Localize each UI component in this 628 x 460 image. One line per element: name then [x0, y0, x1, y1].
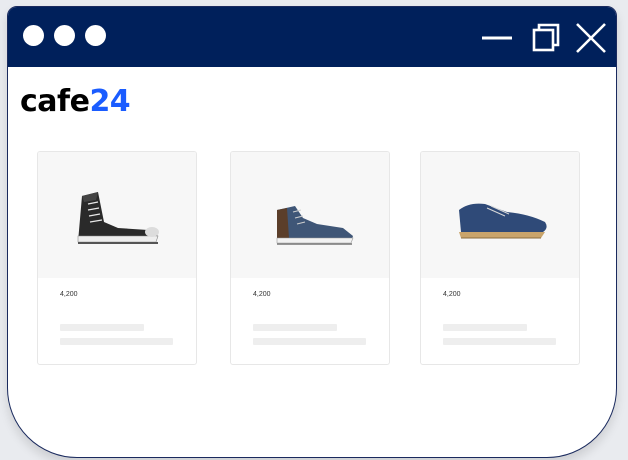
browser-window: cafe24 4,200 4,200 4,200 [7, 6, 617, 458]
product-card[interactable]: 4,200 [230, 151, 390, 365]
logo-text-cafe: cafe [20, 84, 90, 119]
product-image [421, 152, 579, 278]
description-skeleton-line [443, 338, 556, 345]
close-icon[interactable] [574, 21, 608, 55]
black-high-top-sneaker-icon [77, 192, 159, 244]
product-price: 4,200 [60, 291, 78, 298]
window-dot-2 [54, 25, 75, 46]
title-bar [8, 7, 616, 67]
product-card[interactable]: 4,200 [37, 151, 197, 365]
window-dot-3 [85, 25, 106, 46]
product-card[interactable]: 4,200 [420, 151, 580, 365]
blue-low-top-shoe-icon [459, 203, 547, 239]
description-skeleton-line [253, 338, 366, 345]
product-image [231, 152, 389, 278]
product-image [38, 152, 196, 278]
maximize-icon[interactable] [530, 21, 564, 55]
description-skeleton-line [60, 338, 173, 345]
blue-high-top-sneaker-icon [276, 206, 354, 245]
window-dot-1 [23, 25, 44, 46]
minimize-icon[interactable] [480, 21, 514, 55]
logo-text-24: 24 [89, 84, 131, 119]
title-skeleton-line [253, 324, 337, 331]
title-skeleton-line [443, 324, 527, 331]
product-price: 4,200 [253, 291, 271, 298]
cafe24-logo[interactable]: cafe24 [20, 84, 131, 119]
product-price: 4,200 [443, 291, 461, 298]
title-skeleton-line [60, 324, 144, 331]
